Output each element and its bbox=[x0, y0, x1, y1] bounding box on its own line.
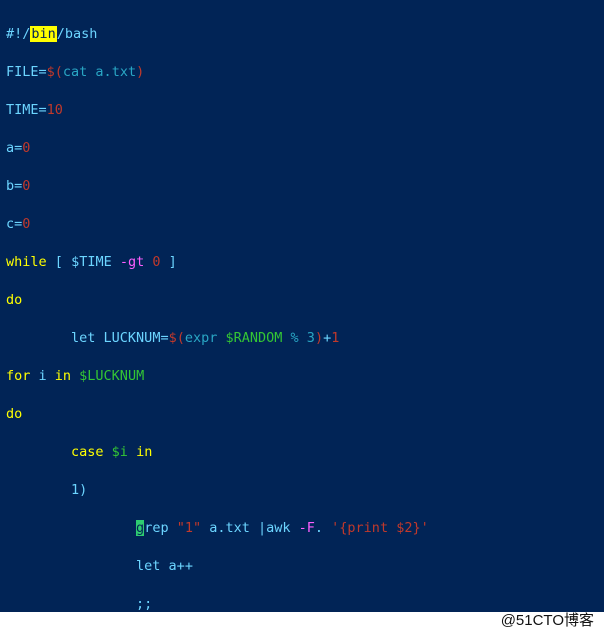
code-line: grep "1" a.txt |awk -F. '{print $2}' bbox=[6, 519, 598, 538]
code-line: FILE=$(cat a.txt) bbox=[6, 63, 598, 82]
kw-do: do bbox=[6, 292, 22, 308]
var-time: TIME bbox=[6, 102, 39, 118]
kw-while: while bbox=[6, 254, 55, 270]
code-line: 1) bbox=[6, 481, 598, 500]
kw-case: case bbox=[71, 444, 112, 460]
watermark-text: @51CTO博客 bbox=[501, 609, 594, 630]
case-break: ;; bbox=[136, 596, 152, 612]
case-label-1: 1) bbox=[71, 482, 87, 498]
code-line: #!/bin/bash bbox=[6, 25, 598, 44]
code-line: b=0 bbox=[6, 177, 598, 196]
code-line: a=0 bbox=[6, 139, 598, 158]
cursor: g bbox=[136, 520, 144, 536]
code-line: for i in $LUCKNUM bbox=[6, 367, 598, 386]
code-line: TIME=10 bbox=[6, 101, 598, 120]
code-line: do bbox=[6, 405, 598, 424]
code-line: case $i in bbox=[6, 443, 598, 462]
code-line: do bbox=[6, 291, 598, 310]
kw-for: for bbox=[6, 368, 39, 384]
watermark-bar: @51CTO博客 bbox=[0, 612, 604, 636]
terminal-window: #!/bin/bash FILE=$(cat a.txt) TIME=10 a=… bbox=[0, 0, 604, 636]
shebang-bin-highlight: bin bbox=[30, 26, 56, 42]
shebang-tail: /bash bbox=[57, 26, 98, 42]
code-line: c=0 bbox=[6, 215, 598, 234]
code-line: let a++ bbox=[6, 557, 598, 576]
var-file: FILE bbox=[6, 64, 39, 80]
code-line: while [ $TIME -gt 0 ] bbox=[6, 253, 598, 272]
kw-do: do bbox=[6, 406, 22, 422]
shebang: #!/ bbox=[6, 26, 30, 42]
code-line: let LUCKNUM=$(expr $RANDOM % 3)+1 bbox=[6, 329, 598, 348]
